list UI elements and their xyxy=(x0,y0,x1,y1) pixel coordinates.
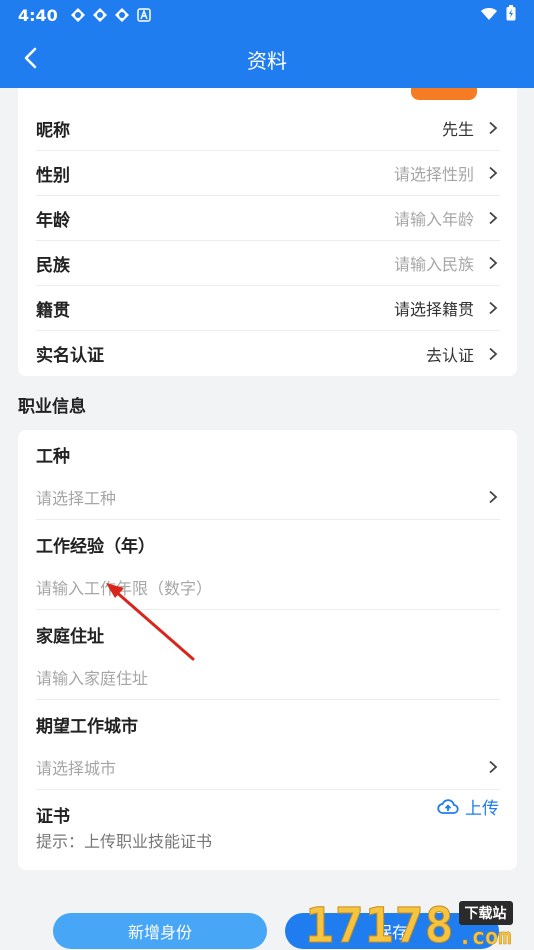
upload-label: 上传 xyxy=(465,799,499,819)
row-label: 昵称 xyxy=(36,120,70,141)
wifi-icon xyxy=(480,6,498,25)
chevron-right-icon xyxy=(489,211,498,225)
expected-city-field: 期望工作城市 xyxy=(36,712,500,737)
status-time: 4:40 xyxy=(18,5,58,25)
save-button[interactable]: 保存 xyxy=(285,913,499,949)
field-label: 证书 xyxy=(36,807,70,827)
cloud-upload-icon xyxy=(437,798,459,814)
row-value: 请选择性别 xyxy=(393,165,474,184)
expected-city-placeholder: 请选择城市 xyxy=(36,759,117,778)
partial-tag-badge xyxy=(411,88,477,100)
certificate-hint: 提示：上传职业技能证书 xyxy=(36,832,213,851)
divider xyxy=(36,519,500,520)
back-arrow-icon[interactable] xyxy=(18,44,46,72)
chevron-right-icon xyxy=(489,301,498,315)
work-experience-field: 工作经验（年） xyxy=(36,532,500,557)
app-icon-2 xyxy=(92,7,108,23)
row-label: 实名认证 xyxy=(36,346,104,366)
status-system-icons xyxy=(480,5,516,25)
row-value: 请选择籍贯 xyxy=(393,300,474,319)
row-nickname[interactable]: 昵称 先生 xyxy=(36,106,500,151)
row-gender[interactable]: 性别 请选择性别 xyxy=(36,151,500,196)
row-age[interactable]: 年龄 请输入年龄 xyxy=(36,196,500,241)
row-label: 民族 xyxy=(36,255,70,276)
home-address-input[interactable]: 请输入家庭住址 xyxy=(36,664,500,690)
a-icon xyxy=(136,7,152,23)
field-label: 期望工作城市 xyxy=(36,717,138,737)
chevron-right-icon xyxy=(489,760,498,774)
expected-city-select[interactable]: 请选择城市 xyxy=(36,754,500,780)
battery-icon xyxy=(506,5,516,25)
row-label: 性别 xyxy=(36,165,70,186)
row-real-name-auth[interactable]: 实名认证 去认证 xyxy=(36,331,500,376)
chevron-right-icon xyxy=(489,490,498,504)
job-type-placeholder: 请选择工种 xyxy=(36,489,117,508)
row-value: 请输入年龄 xyxy=(393,210,474,229)
row-value: 先生 xyxy=(441,120,474,139)
chevron-right-icon xyxy=(489,256,498,270)
basic-info-card: 昵称 先生 性别 请选择性别 年龄 请输入年龄 民族 请输入民族 籍贯 请选择籍… xyxy=(18,88,517,376)
status-app-icons xyxy=(70,7,152,23)
row-label: 年龄 xyxy=(36,210,70,231)
upload-button[interactable]: 上传 xyxy=(437,794,499,819)
app-header: 资料 xyxy=(0,30,534,88)
page-title: 资料 xyxy=(247,48,287,73)
section-title-job-info: 职业信息 xyxy=(18,397,86,417)
divider xyxy=(36,699,500,700)
row-native-place[interactable]: 籍贯 请选择籍贯 xyxy=(36,286,500,331)
row-label: 籍贯 xyxy=(36,300,70,321)
app-icon-1 xyxy=(70,7,86,23)
divider xyxy=(36,789,500,790)
annotation-arrow-icon xyxy=(106,583,195,661)
certificate-field: 证书 xyxy=(36,802,500,827)
chevron-right-icon xyxy=(489,347,498,360)
row-value: 去认证 xyxy=(425,345,474,365)
field-label: 工种 xyxy=(36,447,70,467)
add-identity-button[interactable]: 新增身份 xyxy=(53,913,267,949)
home-address-placeholder: 请输入家庭住址 xyxy=(36,669,149,688)
row-ethnicity[interactable]: 民族 请输入民族 xyxy=(36,241,500,286)
job-type-field[interactable]: 工种 xyxy=(36,442,500,467)
app-icon-3 xyxy=(114,7,130,23)
field-label: 工作经验（年） xyxy=(36,537,155,557)
status-bar: 4:40 xyxy=(0,0,534,30)
job-type-select[interactable]: 请选择工种 xyxy=(36,484,500,510)
job-info-card: 工种 请选择工种 工作经验（年） 请输入工作年限（数字） 家庭住址 请输入家庭住… xyxy=(18,430,517,870)
chevron-right-icon xyxy=(489,166,498,180)
chevron-right-icon xyxy=(489,121,498,135)
row-value: 请输入民族 xyxy=(393,255,474,274)
